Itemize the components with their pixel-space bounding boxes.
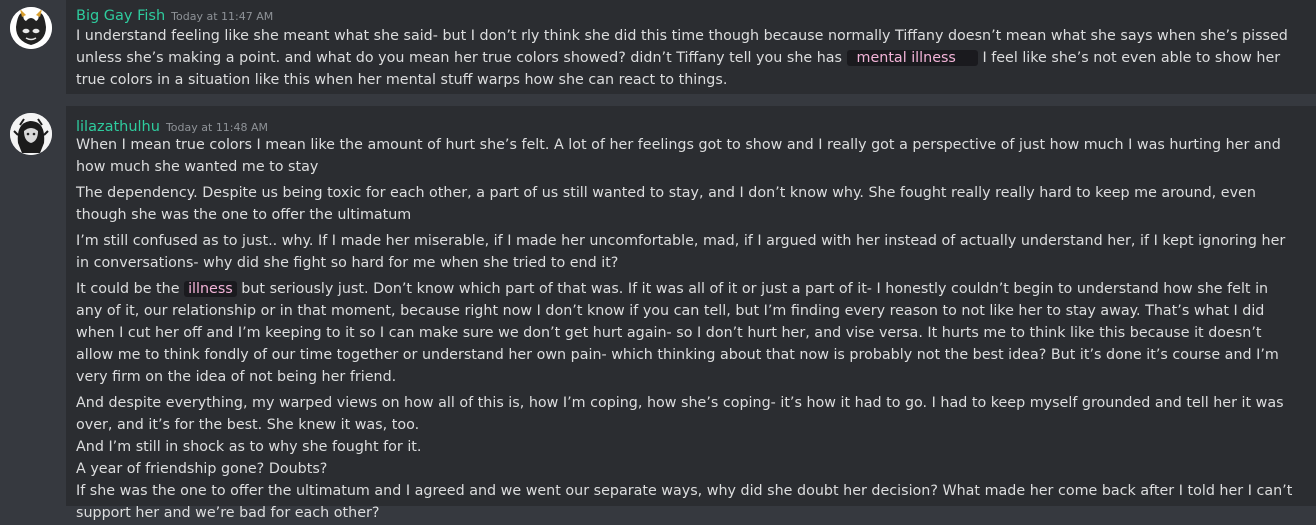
username[interactable]: lilazathulhu — [76, 119, 160, 135]
message-text: If she was the one to offer the ultimatu… — [76, 483, 1293, 521]
message-content: I understand feeling like she meant what… — [76, 25, 1298, 91]
message-text: I’m still confused as to just.. why. If … — [76, 233, 1286, 271]
username[interactable]: Big Gay Fish — [76, 8, 165, 24]
spoiler-text[interactable]: mental illness — [846, 50, 978, 66]
timestamp[interactable]: Today at 11:48 AM — [166, 121, 268, 134]
message-group: lilazathulhu Today at 11:48 AM When I mea… — [0, 106, 1316, 521]
message-content: When I mean true colors I mean like the … — [76, 134, 1298, 524]
timestamp[interactable]: Today at 11:47 AM — [171, 10, 273, 23]
message-text: And I’m still in shock as to why she fou… — [76, 439, 422, 455]
avatar-character-icon — [10, 113, 52, 155]
message-text: And despite everything, my warped views … — [76, 395, 1284, 433]
message-text: The dependency. Despite us being toxic f… — [76, 185, 1256, 223]
message-text: but seriously just. Don’t know which par… — [76, 281, 1279, 385]
message-group: Big Gay Fish Today at 11:47 AM I understa… — [0, 0, 1316, 94]
chat-messages: Big Gay Fish Today at 11:47 AM I understa… — [0, 0, 1316, 525]
message-text: It could be the — [76, 281, 180, 297]
spoiler-text[interactable]: illness — [184, 281, 237, 297]
avatar[interactable] — [10, 113, 52, 155]
avatar[interactable] — [10, 7, 52, 49]
message-text: When I mean true colors I mean like the … — [76, 137, 1281, 175]
avatar-troll-icon — [10, 7, 52, 49]
message-text: A year of friendship gone? Doubts? — [76, 461, 328, 477]
